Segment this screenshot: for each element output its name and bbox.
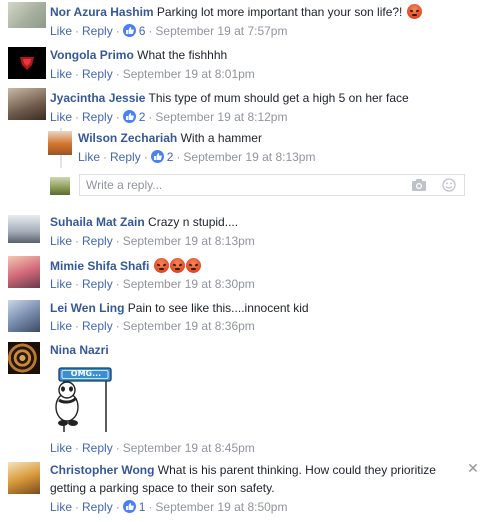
timestamp[interactable]: September 19 at 7:57pm — [155, 24, 287, 38]
reply-input[interactable] — [80, 175, 386, 195]
commenter-name[interactable]: Christopher Wong — [50, 463, 154, 477]
like-icon[interactable] — [122, 24, 136, 37]
sticker-text: OMG... — [70, 369, 102, 378]
like-link[interactable]: Like — [50, 277, 72, 291]
timestamp[interactable]: September 19 at 8:36pm — [123, 319, 255, 333]
commenter-name[interactable]: Nor Azura Hashim — [50, 5, 154, 19]
commenter-name[interactable]: Mimie Shifa Shafi — [50, 259, 149, 273]
comment-text: What the fishhhh — [137, 48, 228, 62]
like-count[interactable]: 1 — [139, 500, 146, 514]
avatar[interactable] — [8, 300, 40, 332]
like-icon[interactable] — [122, 500, 136, 513]
reply-link[interactable]: Reply — [110, 150, 141, 164]
avatar[interactable] — [48, 131, 72, 155]
commenter-name[interactable]: Wilson Zechariah — [78, 131, 177, 145]
reply-link[interactable]: Reply — [82, 110, 113, 124]
commenter-name[interactable]: Jyacintha Jessie — [50, 91, 145, 105]
timestamp[interactable]: September 19 at 8:30pm — [123, 277, 255, 291]
timestamp[interactable]: September 19 at 8:12pm — [155, 110, 287, 124]
angry-reaction-icon — [185, 258, 201, 273]
avatar[interactable] — [8, 342, 40, 374]
like-count[interactable]: 2 — [167, 150, 174, 164]
comment-text: This type of mum should get a high 5 on … — [148, 91, 409, 105]
timestamp[interactable]: September 19 at 8:01pm — [123, 67, 255, 81]
reply-link[interactable]: Reply — [82, 441, 113, 455]
close-icon[interactable]: ✕ — [467, 461, 479, 475]
like-icon[interactable] — [150, 150, 164, 163]
comment-text: Crazy n stupid.... — [148, 215, 239, 229]
timestamp[interactable]: September 19 at 8:13pm — [183, 150, 315, 164]
like-link[interactable]: Like — [78, 150, 100, 164]
like-link[interactable]: Like — [50, 67, 72, 81]
like-link[interactable]: Like — [50, 234, 72, 248]
reply-link[interactable]: Reply — [82, 500, 113, 514]
like-link[interactable]: Like — [50, 319, 72, 333]
reply-link[interactable]: Reply — [82, 67, 113, 81]
commenter-name[interactable]: Suhaila Mat Zain — [50, 215, 145, 229]
current-user-avatar — [50, 177, 70, 195]
avatar[interactable] — [8, 256, 40, 288]
like-count[interactable]: 6 — [139, 24, 146, 38]
omg-sticker[interactable]: OMG... — [51, 364, 125, 436]
like-count[interactable]: 2 — [139, 110, 146, 124]
commenter-name[interactable]: Vongola Primo — [50, 48, 134, 62]
avatar[interactable] — [8, 88, 46, 120]
comment-text: What is his parent thinking. How could t… — [157, 463, 436, 477]
like-icon[interactable] — [122, 110, 136, 123]
commenter-name[interactable]: Nina Nazri — [50, 343, 109, 357]
avatar[interactable] — [8, 215, 40, 243]
reply-link[interactable]: Reply — [82, 24, 113, 38]
avatar[interactable] — [8, 47, 46, 79]
like-link[interactable]: Like — [50, 110, 72, 124]
avatar[interactable] — [8, 462, 40, 494]
commenter-name[interactable]: Lei Wen Ling — [50, 301, 124, 315]
angry-reaction-icon — [406, 4, 422, 19]
like-link[interactable]: Like — [50, 500, 72, 514]
comment-text-continued: getting a parking space to their son saf… — [50, 481, 275, 495]
emoji-icon[interactable] — [441, 178, 457, 192]
angry-reaction-icon — [169, 258, 185, 273]
comment-text: Parking lot more important than your son… — [156, 5, 403, 19]
comment-text: Pain to see like this....innocent kid — [127, 301, 309, 315]
avatar[interactable] — [8, 2, 46, 28]
comment-text: With a hammer — [180, 131, 262, 145]
timestamp[interactable]: September 19 at 8:13pm — [123, 234, 255, 248]
angry-reaction-icon — [153, 258, 169, 273]
reply-composer[interactable] — [79, 174, 465, 196]
reply-link[interactable]: Reply — [82, 234, 113, 248]
like-link[interactable]: Like — [50, 24, 72, 38]
reply-link[interactable]: Reply — [82, 277, 113, 291]
timestamp[interactable]: September 19 at 8:45pm — [123, 441, 255, 455]
camera-icon[interactable] — [411, 178, 427, 192]
timestamp[interactable]: September 19 at 8:50pm — [155, 500, 287, 514]
like-link[interactable]: Like — [50, 441, 72, 455]
reply-link[interactable]: Reply — [82, 319, 113, 333]
